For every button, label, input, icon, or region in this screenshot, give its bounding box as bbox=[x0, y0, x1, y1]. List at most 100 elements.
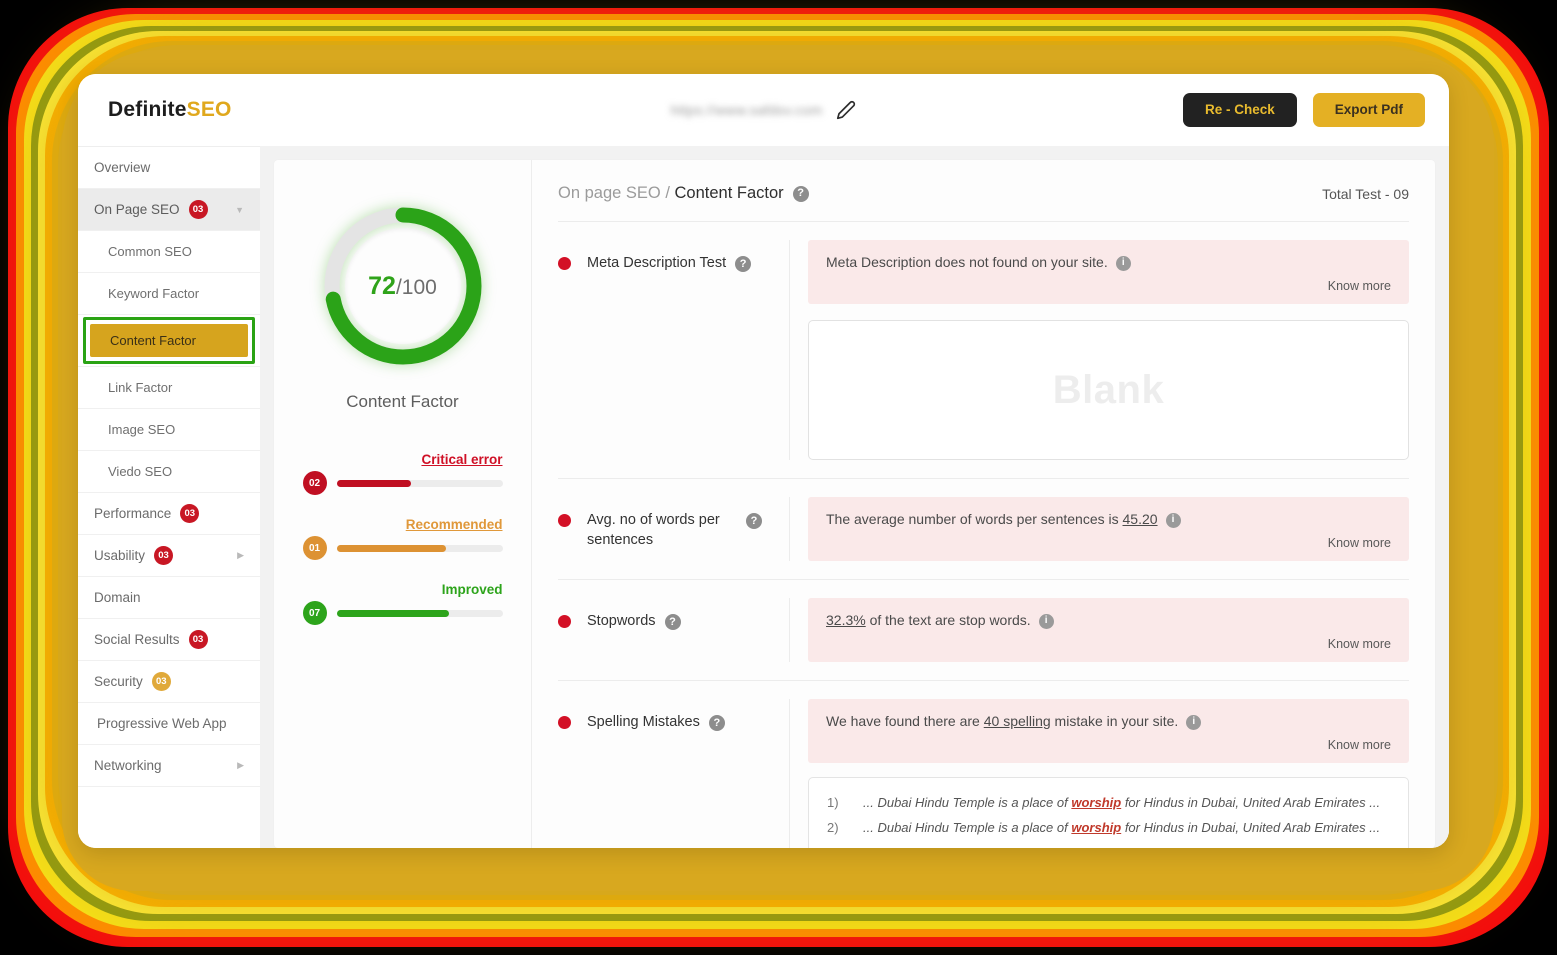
legend-title: Critical error bbox=[421, 452, 503, 467]
list-item-text: ... Dubai Hindu Temple is a place of wor… bbox=[863, 795, 1380, 810]
info-icon[interactable]: i bbox=[1165, 512, 1181, 528]
url-text: https://www.safdsv.com bbox=[670, 102, 823, 118]
alert-message-pre: We have found there are bbox=[826, 713, 984, 729]
alert-text: Meta Description does not found on your … bbox=[826, 254, 1391, 271]
alert-message-post: of the text are stop words. bbox=[865, 612, 1031, 628]
export-pdf-button[interactable]: Export Pdf bbox=[1312, 93, 1425, 127]
sidebar-item-security[interactable]: Security 03 bbox=[78, 661, 260, 703]
legend-row-improved: Improved 07 bbox=[302, 582, 503, 625]
main-content: 72/100 Content Factor Critical error 02 bbox=[260, 146, 1449, 848]
sidebar-item-networking[interactable]: Networking ▶ bbox=[78, 745, 260, 787]
question-mark-icon[interactable]: ? bbox=[746, 513, 762, 529]
sidebar-item-label: Domain bbox=[94, 590, 141, 605]
know-more-link[interactable]: Know more bbox=[826, 637, 1391, 651]
test-body: The average number of words per sentence… bbox=[790, 497, 1409, 561]
test-name: Avg. no of words per sentences bbox=[587, 512, 720, 548]
sidebar-item-label: Usability bbox=[94, 548, 146, 563]
list-item-pre: ... Dubai Hindu Temple is a place of bbox=[863, 820, 1072, 835]
sidebar-item-label: On Page SEO bbox=[94, 202, 180, 217]
sidebar-item-on-page-seo[interactable]: On Page SEO 03 ▼ bbox=[78, 189, 260, 231]
list-item-number: 1) bbox=[827, 795, 839, 810]
sidebar-item-label: Common SEO bbox=[108, 244, 192, 259]
test-body: 32.3% of the text are stop words. i Know … bbox=[790, 598, 1409, 662]
know-more-link[interactable]: Know more bbox=[826, 738, 1391, 752]
chevron-down-icon[interactable]: ▼ bbox=[235, 205, 244, 215]
misspelled-word: worship bbox=[1071, 820, 1122, 835]
list-item-text: ... Dubai Hindu Temple is a place of wor… bbox=[863, 820, 1380, 835]
score-panel: 72/100 Content Factor Critical error 02 bbox=[274, 160, 532, 848]
alert-critical: 32.3% of the text are stop words. i Know … bbox=[808, 598, 1409, 662]
brand-name-accent: SEO bbox=[186, 98, 232, 121]
sidebar-item-content-factor[interactable]: Content Factor bbox=[78, 315, 260, 367]
test-row: Spelling Mistakes ? We have found there … bbox=[558, 681, 1409, 848]
know-more-link[interactable]: Know more bbox=[826, 536, 1391, 550]
list-item-number: 2) bbox=[827, 820, 839, 835]
question-mark-icon[interactable]: ? bbox=[664, 614, 681, 630]
test-label: Spelling Mistakes ? bbox=[558, 699, 790, 848]
sidebar-item-common-seo[interactable]: Common SEO bbox=[78, 231, 260, 273]
alert-critical: Meta Description does not found on your … bbox=[808, 240, 1409, 304]
sidebar-item-label: Performance bbox=[94, 506, 172, 521]
re-check-button[interactable]: Re - Check bbox=[1182, 93, 1297, 127]
sidebar-item-label: Content Factor bbox=[90, 324, 248, 357]
breadcrumb-current: Content Factor bbox=[674, 184, 784, 202]
chevron-right-icon[interactable]: ▶ bbox=[237, 550, 244, 561]
status-dot-critical bbox=[558, 716, 571, 729]
sidebar-item-image-seo[interactable]: Image SEO bbox=[78, 409, 260, 451]
legend-title: Recommended bbox=[405, 517, 503, 532]
sidebar-item-label: Image SEO bbox=[108, 422, 176, 437]
gauge-center: 72/100 bbox=[344, 228, 461, 344]
know-more-link[interactable]: Know more bbox=[826, 279, 1391, 293]
spelling-mistakes-list: 1) ... Dubai Hindu Temple is a place of … bbox=[808, 777, 1409, 848]
alert-message-post: mistake in your site. bbox=[1050, 713, 1179, 729]
alert-message-pre: The average number of words per sentence… bbox=[826, 511, 1123, 527]
sidebar-item-performance[interactable]: Performance 03 bbox=[78, 493, 260, 535]
legend-fill bbox=[336, 479, 412, 487]
sidebar-item-label: Security bbox=[94, 674, 143, 689]
list-item-pre: ... Dubai Hindu Temple is a place of bbox=[863, 795, 1072, 810]
legend-fill bbox=[336, 544, 447, 552]
alert-message: Meta Description does not found on your … bbox=[826, 254, 1108, 270]
question-mark-icon[interactable]: ? bbox=[708, 715, 725, 731]
sidebar-item-viedo-seo[interactable]: Viedo SEO bbox=[78, 451, 260, 493]
score-value: 72 bbox=[368, 271, 396, 300]
url-display: https://www.safdsv.com bbox=[671, 100, 857, 120]
sidebar-badge: 03 bbox=[154, 546, 174, 565]
breadcrumb-parent[interactable]: On page SEO / bbox=[558, 184, 674, 202]
info-icon[interactable]: i bbox=[1115, 255, 1131, 271]
alert-critical: We have found there are 40 spelling mist… bbox=[808, 699, 1409, 763]
alert-text: We have found there are 40 spelling mist… bbox=[826, 713, 1391, 730]
selection-highlight-outline: Content Factor bbox=[83, 317, 255, 364]
sidebar-item-keyword-factor[interactable]: Keyword Factor bbox=[78, 273, 260, 315]
body-split: Overview On Page SEO 03 ▼ Common SEO Key… bbox=[78, 146, 1449, 848]
sidebar-badge: 03 bbox=[188, 200, 208, 219]
question-mark-icon[interactable]: ? bbox=[735, 256, 752, 272]
sidebar: Overview On Page SEO 03 ▼ Common SEO Key… bbox=[78, 146, 260, 848]
status-dot-critical bbox=[558, 257, 571, 270]
sidebar-item-domain[interactable]: Domain bbox=[78, 577, 260, 619]
test-label: Stopwords ? bbox=[558, 598, 790, 662]
info-icon[interactable]: i bbox=[1038, 613, 1054, 629]
question-mark-icon[interactable]: ? bbox=[792, 185, 809, 202]
legend-row-recommended: Recommended 01 bbox=[302, 517, 503, 560]
sidebar-item-progressive-web-app[interactable]: Progressive Web App bbox=[78, 703, 260, 745]
sidebar-item-label: Social Results bbox=[94, 632, 180, 647]
info-icon[interactable]: i bbox=[1186, 714, 1202, 730]
total-test-count: Total Test - 09 bbox=[1322, 185, 1409, 202]
sidebar-item-usability[interactable]: Usability 03 ▶ bbox=[78, 535, 260, 577]
chevron-right-icon[interactable]: ▶ bbox=[237, 760, 244, 771]
test-name: Stopwords bbox=[587, 613, 656, 629]
pencil-icon[interactable] bbox=[836, 100, 856, 120]
sidebar-item-link-factor[interactable]: Link Factor bbox=[78, 367, 260, 409]
sidebar-badge: 03 bbox=[151, 672, 171, 691]
status-legend: Critical error 02 Recommended 01 Improve… bbox=[302, 452, 503, 647]
sidebar-item-social-results[interactable]: Social Results 03 bbox=[78, 619, 260, 661]
screenshot-stage: DefiniteSEO https://www.safdsv.com Re - … bbox=[0, 0, 1557, 955]
legend-track bbox=[336, 609, 503, 617]
sidebar-item-overview[interactable]: Overview bbox=[78, 147, 260, 189]
main-card: 72/100 Content Factor Critical error 02 bbox=[274, 160, 1435, 848]
legend-track bbox=[336, 544, 503, 552]
breadcrumb: On page SEO / Content Factor bbox=[558, 184, 784, 203]
test-body: Meta Description does not found on your … bbox=[790, 240, 1409, 460]
top-bar-actions: Re - Check Export Pdf bbox=[1182, 93, 1425, 127]
